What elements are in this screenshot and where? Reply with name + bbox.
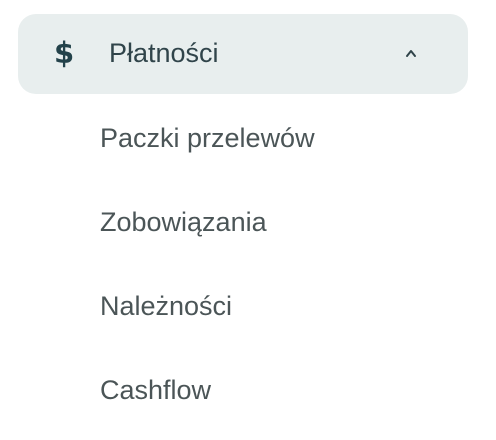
submenu-item-cashflow[interactable]: Cashflow [100,370,211,410]
payments-menu-toggle[interactable]: $ Płatności [18,14,468,94]
submenu-item-zobowiazania[interactable]: Zobowiązania [100,202,267,242]
submenu-item-paczki-przelewow[interactable]: Paczki przelewów [100,118,315,158]
payments-menu-label: Płatności [109,38,219,68]
payments-nav-group: $ Płatności [18,14,468,94]
dollar-icon: $ [54,36,75,70]
submenu-item-naleznosci[interactable]: Należności [100,286,232,326]
chevron-up-icon[interactable] [403,45,419,61]
